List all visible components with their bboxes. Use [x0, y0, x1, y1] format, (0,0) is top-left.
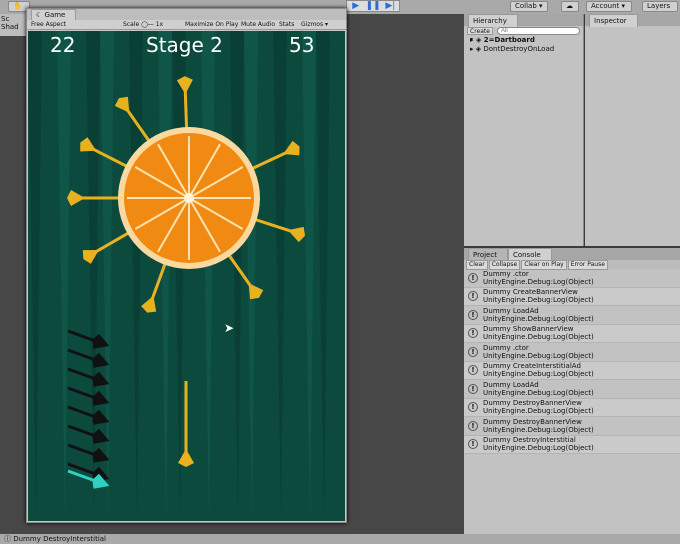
tab-inspector[interactable]: Inspector	[589, 14, 638, 27]
orange-target	[118, 127, 260, 269]
status-bar: ⓘ Dummy DestroyInterstitial	[0, 534, 680, 544]
warning-icon: !	[468, 346, 478, 357]
console-log-list[interactable]: ! Dummy .ctor UnityEngine.Debug:Log(Object…	[464, 269, 680, 454]
error-pause-button[interactable]: Error Pause	[567, 260, 608, 270]
log-stacktrace: UnityEngine.Debug:Log(Object)	[483, 314, 594, 323]
layers-button[interactable]: Layers	[642, 1, 678, 12]
create-button[interactable]: Create ▾	[467, 27, 493, 43]
aspect-dropdown[interactable]: Free Aspect	[27, 20, 123, 29]
stage-label: Stage 2	[146, 33, 223, 57]
hierarchy-item[interactable]: ▸ ◈ DontDestroyOnLoad	[464, 45, 583, 54]
pause-button[interactable]: ❚❚	[364, 1, 381, 11]
log-stacktrace: UnityEngine.Debug:Log(Object)	[483, 296, 594, 305]
inspector-panel: Inspector	[585, 14, 680, 246]
console-log-entry[interactable]: ! Dummy DestroyBannerView UnityEngine.Debu…	[464, 398, 680, 417]
play-button[interactable]: ▶	[347, 1, 364, 11]
log-stacktrace: UnityEngine.Debug:Log(Object)	[483, 351, 594, 360]
mute-audio-toggle[interactable]: Mute Audio	[241, 20, 279, 29]
log-stacktrace: UnityEngine.Debug:Log(Object)	[483, 370, 594, 379]
remaining-dart-icon	[67, 405, 110, 425]
game-viewport[interactable]: 22 Stage 2 53 ➤	[28, 31, 345, 521]
remaining-dart-icon	[67, 386, 110, 406]
warning-icon: !	[468, 291, 478, 302]
remaining-dart-icon	[67, 367, 110, 387]
background-stripe	[100, 31, 114, 521]
warning-icon: !	[468, 402, 478, 413]
background-stripe	[57, 31, 71, 521]
scene-tab-label: Sc	[1, 15, 10, 23]
console-log-entry[interactable]: ! Dummy DestroyInterstitial UnityEngine.De…	[464, 435, 680, 454]
warning-icon: !	[468, 439, 478, 450]
warning-icon: !	[468, 272, 478, 283]
warning-icon: !	[468, 309, 478, 320]
log-message: Dummy ShowBannerView	[483, 325, 574, 334]
log-message: Dummy .ctor	[483, 269, 529, 278]
clear-on-play-button[interactable]: Clear on Play	[521, 260, 567, 270]
log-message: Dummy DestroyBannerView	[483, 417, 582, 426]
tab-game[interactable]: ☾ Game	[31, 9, 77, 20]
hierarchy-item[interactable]: ▸ ◈ 2=Dartboard	[464, 36, 583, 45]
console-panel: Project Console Clear Collapse Clear on Pla…	[464, 248, 680, 544]
game-window: ☾ Game Free Aspect Scale ◯— 1x Maximize …	[26, 8, 347, 523]
log-message: Dummy LoadAd	[483, 380, 539, 389]
apple-count-label: 53	[289, 33, 315, 57]
background-stripe	[244, 31, 258, 521]
tab-hierarchy[interactable]: Hierarchy	[468, 14, 518, 27]
cloud-icon[interactable]: ☁	[561, 1, 579, 12]
hierarchy-panel: Hierarchy Create ▾ ▸ ◈ 2=Dartboard ▸ ◈ D…	[464, 14, 584, 246]
console-log-entry[interactable]: ! Dummy DestroyBannerView UnityEngine.Debu…	[464, 417, 680, 436]
log-message: Dummy CreateInterstitialAd	[483, 362, 581, 371]
background-stripe	[28, 31, 42, 521]
collapse-button[interactable]: Collapse	[488, 260, 521, 270]
console-log-entry[interactable]: ! Dummy LoadAd UnityEngine.Debug:Log(Objec…	[464, 380, 680, 399]
log-stacktrace: UnityEngine.Debug:Log(Object)	[483, 425, 594, 434]
collab-button[interactable]: Collab ▾	[510, 1, 548, 12]
remaining-dart-icon	[67, 424, 110, 444]
log-stacktrace: UnityEngine.Debug:Log(Object)	[483, 388, 594, 397]
playback-controls: ▶ ❚❚ ▶|	[346, 0, 400, 12]
scale-slider[interactable]: Scale ◯— 1x	[123, 20, 185, 29]
background-stripe	[302, 31, 316, 521]
background-stripe	[86, 31, 100, 521]
log-message: Dummy DestroyBannerView	[483, 399, 582, 408]
step-button[interactable]: ▶|	[382, 1, 399, 11]
warning-icon: !	[468, 365, 478, 376]
remaining-dart-icon	[67, 348, 110, 368]
log-stacktrace: UnityEngine.Debug:Log(Object)	[483, 444, 594, 453]
log-stacktrace: UnityEngine.Debug:Log(Object)	[483, 407, 594, 416]
background-stripe	[129, 31, 143, 521]
console-log-entry[interactable]: ! Dummy .ctor UnityEngine.Debug:Log(Object…	[464, 343, 680, 362]
console-log-entry[interactable]: ! Dummy CreateInterstitialAd UnityEngine.D…	[464, 361, 680, 380]
account-button[interactable]: Account ▾	[586, 1, 632, 12]
background-stripe	[273, 31, 287, 521]
shading-mode[interactable]: Shad	[1, 23, 29, 31]
stats-toggle[interactable]: Stats	[279, 20, 301, 29]
console-log-entry[interactable]: ! Dummy LoadAd UnityEngine.Debug:Log(Objec…	[464, 306, 680, 325]
score-label: 22	[50, 33, 76, 57]
maximize-on-play-toggle[interactable]: Maximize On Play	[185, 20, 241, 29]
log-message: Dummy CreateBannerView	[483, 288, 578, 297]
hierarchy-search-input[interactable]	[497, 27, 580, 35]
mouse-cursor-icon: ➤	[224, 321, 235, 335]
warning-icon: !	[468, 383, 478, 394]
console-log-entry[interactable]: ! Dummy .ctor UnityEngine.Debug:Log(Object…	[464, 269, 680, 288]
log-stacktrace: UnityEngine.Debug:Log(Object)	[483, 333, 594, 342]
clear-button[interactable]: Clear	[466, 260, 488, 270]
log-message: Dummy .ctor	[483, 343, 529, 352]
console-log-entry[interactable]: ! Dummy CreateBannerView UnityEngine.Debug…	[464, 287, 680, 306]
gizmos-dropdown[interactable]: Gizmos ▾	[301, 20, 328, 29]
warning-icon: !	[468, 328, 478, 339]
log-stacktrace: UnityEngine.Debug:Log(Object)	[483, 277, 594, 286]
background-stripe	[201, 31, 215, 521]
warning-icon: !	[468, 420, 478, 431]
log-message: Dummy DestroyInterstitial	[483, 436, 576, 445]
console-log-entry[interactable]: ! Dummy ShowBannerView UnityEngine.Debug:L…	[464, 324, 680, 343]
remaining-dart-icon	[67, 443, 110, 463]
background-stripe	[172, 31, 186, 521]
background-stripe	[316, 31, 330, 521]
log-message: Dummy LoadAd	[483, 306, 539, 315]
game-scene	[28, 31, 330, 521]
